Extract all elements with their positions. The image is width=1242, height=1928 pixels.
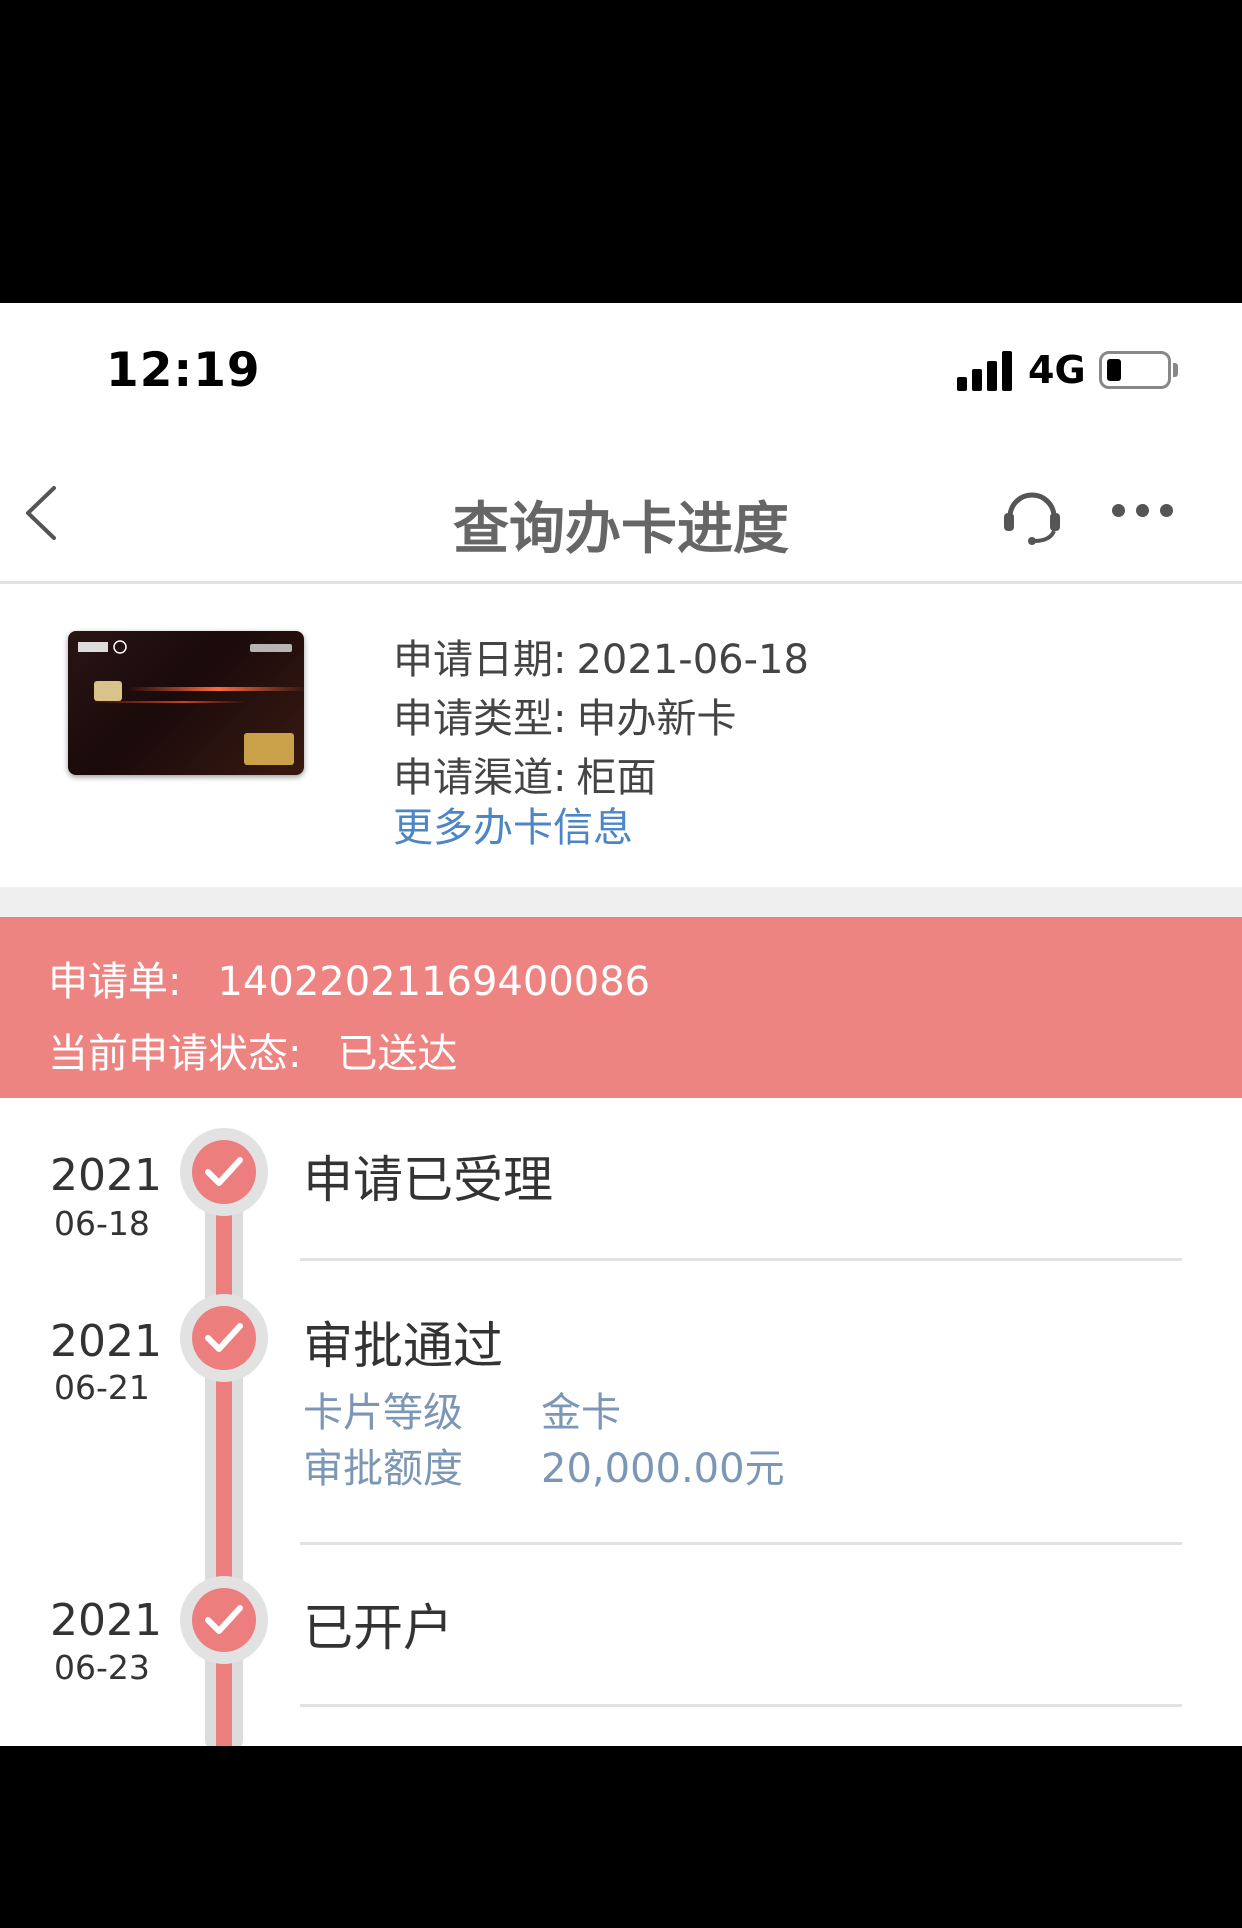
- step-date: 06-21: [54, 1368, 150, 1407]
- signal-icon: [957, 351, 1013, 391]
- status-time: 12:19: [106, 343, 261, 398]
- nav-bar: 查询办卡进度: [0, 438, 1242, 584]
- step-title: 审批通过: [303, 1317, 503, 1375]
- step-divider: [300, 1704, 1182, 1707]
- credit-card-image: [68, 631, 304, 775]
- step-year: 2021: [50, 1316, 162, 1367]
- status-banner: 申请单: 14022021169400086 当前申请状态: 已送达: [0, 917, 1242, 1098]
- apply-type-row: 申请类型: 申办新卡: [393, 696, 737, 742]
- step-node: [180, 1128, 268, 1216]
- card-chip: [94, 681, 122, 701]
- application-info: 申请日期: 2021-06-18 申请类型: 申办新卡 申请渠道: 柜面 更多办卡信息: [0, 587, 1242, 887]
- app-screen: 12:19 4G 查询办卡进度 申请日期: 2021-06-18 申请类型: 申…: [0, 303, 1242, 1746]
- step-year: 2021: [50, 1150, 162, 1201]
- step-date: 06-18: [54, 1204, 150, 1243]
- step-title: 申请已受理: [303, 1151, 553, 1209]
- battery-icon: [1099, 351, 1171, 389]
- card-level-row: 卡片等级 金卡: [303, 1390, 621, 1436]
- more-button[interactable]: [1112, 500, 1174, 520]
- step-title: 已开户: [303, 1599, 453, 1657]
- check-icon: [205, 1323, 243, 1352]
- order-number-row: 申请单: 14022021169400086: [48, 959, 651, 1005]
- check-icon: [205, 1605, 243, 1634]
- top-letterbox: [0, 0, 1242, 303]
- bottom-letterbox: [0, 1746, 1242, 1928]
- battery-tip: [1173, 363, 1178, 377]
- step-year: 2021: [50, 1595, 162, 1646]
- headset-icon: [1004, 492, 1060, 545]
- status-bar: 12:19 4G: [0, 303, 1242, 438]
- check-icon: [205, 1157, 243, 1186]
- step-divider: [300, 1542, 1182, 1545]
- more-icon: [1112, 504, 1125, 517]
- etc-logo-icon: [250, 644, 292, 652]
- progress-timeline: 2021 06-18 申请已受理 2021 06-21 审批通过 卡片等级 金卡 …: [0, 1098, 1242, 1746]
- current-status-row: 当前申请状态: 已送达: [48, 1031, 458, 1077]
- apply-date-row: 申请日期: 2021-06-18: [393, 637, 809, 683]
- credit-limit-row: 审批额度 20,000.00元: [303, 1446, 785, 1492]
- section-divider: [0, 887, 1242, 917]
- step-date: 06-23: [54, 1648, 150, 1687]
- network-type: 4G: [1028, 348, 1086, 392]
- bank-logo-icon: [78, 640, 127, 654]
- more-card-info-link[interactable]: 更多办卡信息: [393, 795, 633, 853]
- step-divider: [300, 1258, 1182, 1261]
- step-node: [180, 1294, 268, 1382]
- customer-service-button[interactable]: [1000, 483, 1064, 547]
- card-network-logo: [244, 733, 294, 765]
- step-node: [180, 1576, 268, 1664]
